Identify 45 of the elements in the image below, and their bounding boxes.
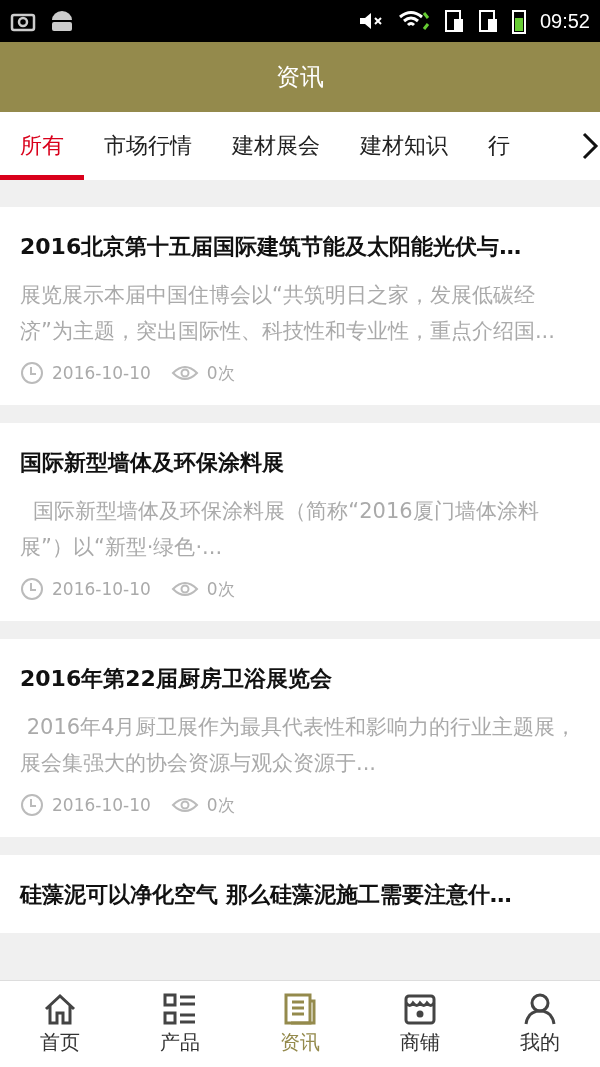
- sim-card-icon: [443, 9, 464, 33]
- battery-icon: [511, 8, 526, 34]
- shop-icon: [403, 992, 437, 1025]
- sim-card-icon: [477, 9, 498, 33]
- eye-icon: [170, 363, 199, 383]
- article-date: 2016-10-10: [52, 795, 151, 815]
- article-date: 2016-10-10: [52, 579, 151, 599]
- eye-icon: [170, 795, 199, 815]
- document-icon: [283, 992, 317, 1025]
- clock-icon: [20, 361, 44, 385]
- mute-icon: [357, 10, 384, 32]
- nav-item[interactable]: 资讯: [240, 981, 360, 1067]
- nav-item[interactable]: 商铺: [360, 981, 480, 1067]
- view-count: 0次: [206, 793, 235, 817]
- category-tab[interactable]: 行: [468, 112, 530, 180]
- article-title: 2016年第22届厨房卫浴展览会: [20, 665, 333, 693]
- article-date: 2016-10-10: [52, 363, 151, 383]
- article-summary: 2016年4月厨卫展作为最具代表性和影响力的行业主题展，展会集强大的协会资源与观众资源于...: [20, 714, 578, 777]
- chevron-right-icon[interactable]: [580, 131, 600, 161]
- nav-item[interactable]: 产品: [120, 981, 240, 1067]
- view-count: 0次: [206, 361, 235, 385]
- list-icon: [163, 992, 197, 1025]
- category-tab[interactable]: 建材展会: [212, 112, 340, 180]
- view-count: 0次: [206, 577, 235, 601]
- article-card[interactable]: 硅藻泥可以净化空气 那么硅藻泥施工需要注意什…: [0, 855, 600, 933]
- article-card[interactable]: 2016年第22届厨房卫浴展览会 2016年4月厨卫展作为最具代表性和影响力的行业主题展，展会集强大的协会资源与观众资源于... 2016-10-10 0次: [0, 639, 600, 837]
- category-tab[interactable]: 市场行情: [84, 112, 212, 180]
- clock-icon: [20, 577, 44, 601]
- article-title: 国际新型墙体及环保涂料展: [20, 449, 285, 477]
- nav-item[interactable]: 我的: [480, 981, 600, 1067]
- nav-item[interactable]: 首页: [0, 981, 120, 1067]
- article-title: 2016北京第十五届国际建筑节能及太阳能光伏与…: [20, 233, 523, 261]
- clock-icon: [20, 793, 44, 817]
- article-title: 硅藻泥可以净化空气 那么硅藻泥施工需要注意什…: [20, 881, 513, 909]
- article-card[interactable]: 国际新型墙体及环保涂料展 国际新型墙体及环保涂料展（简称“2016厦门墙体涂料展”）以“新型·绿色·... 2016-10-10 0次: [0, 423, 600, 621]
- page-title: 资讯: [276, 62, 324, 93]
- article-summary: 展览展示本届中国住博会以“共筑明日之家，发展低碳经济”为主题，突出国际性、科技性和专业性，重点介绍国...: [20, 282, 556, 345]
- article-card[interactable]: 2016北京第十五届国际建筑节能及太阳能光伏与… 展览展示本届中国住博会以“共筑明日之家，发展低碳经济”为主题，突出国际性、科技性和专业性，重点介绍国... 2016-10-10 0次: [0, 207, 600, 405]
- category-tab[interactable]: 所有: [0, 112, 84, 180]
- person-icon: [523, 992, 557, 1025]
- clock-time: 09:52: [539, 9, 590, 33]
- eye-icon: [170, 579, 199, 599]
- home-icon: [43, 992, 77, 1025]
- article-summary: 国际新型墙体及环保涂料展（简称“2016厦门墙体涂料展”）以“新型·绿色·...: [20, 498, 540, 561]
- category-tab[interactable]: 建材知识: [340, 112, 468, 180]
